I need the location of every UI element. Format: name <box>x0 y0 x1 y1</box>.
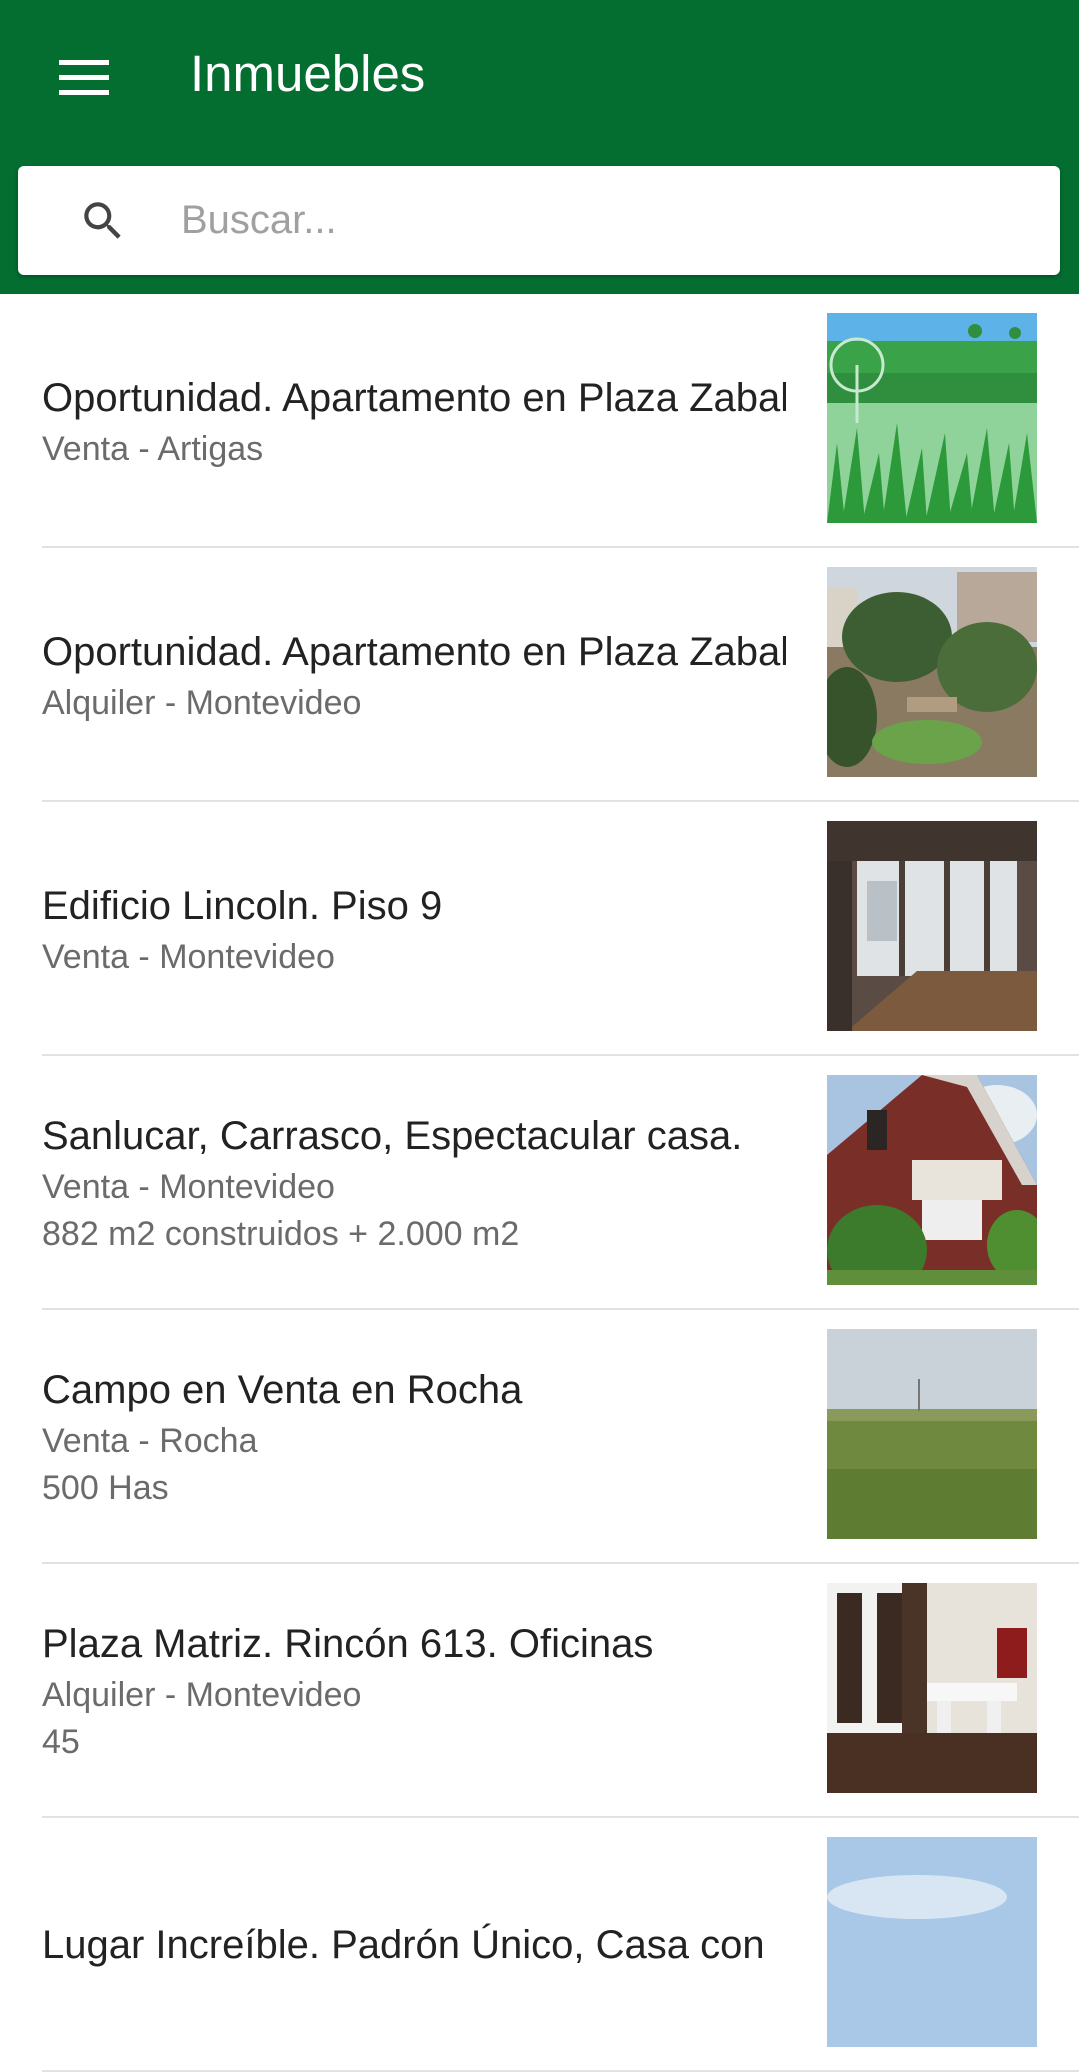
list-item[interactable]: Campo en Venta en Rocha Venta - Rocha 50… <box>0 1310 1079 1564</box>
listing-title: Lugar Increíble. Padrón Único, Casa con <box>42 1923 765 1967</box>
list-item-text: Edificio Lincoln. Piso 9 Venta - Montevi… <box>42 802 786 1056</box>
list-item[interactable]: Plaza Matriz. Rincón 613. Oficinas Alqui… <box>0 1564 1079 1818</box>
listing-title: Edificio Lincoln. Piso 9 <box>42 883 443 928</box>
listing-title: Sanlucar, Carrasco, Espectacular casa. <box>42 1114 743 1158</box>
listing-operation-location: Alquiler - Montevideo <box>42 683 362 722</box>
list-item[interactable]: Oportunidad. Apartamento en Plaza Zabala… <box>0 548 1079 802</box>
windmill-field-image <box>827 313 1037 523</box>
listing-operation-location: Venta - Montevideo <box>42 937 335 976</box>
list-item[interactable]: Oportunidad. Apartamento en Plaza Zabala… <box>0 294 1079 548</box>
listing-thumbnail <box>827 567 1037 777</box>
listing-thumbnail <box>827 1583 1037 1793</box>
sky-image <box>827 1837 1037 2047</box>
listing-thumbnail <box>827 1075 1037 1285</box>
search-icon <box>84 202 121 239</box>
listing-thumbnail <box>827 313 1037 523</box>
hamburger-menu-icon <box>59 60 109 95</box>
listing-title: Plaza Matriz. Rincón 613. Oficinas <box>42 1622 654 1666</box>
listing-operation-location: Alquiler - Montevideo <box>42 1676 362 1714</box>
list-item-text: Sanlucar, Carrasco, Espectacular casa. V… <box>42 1056 786 1310</box>
listing-title: Oportunidad. Apartamento en Plaza Zabala <box>42 375 786 420</box>
listing-detail: 500 Has <box>42 1469 169 1507</box>
listing-detail: 45 <box>42 1723 80 1761</box>
list-item-text: Oportunidad. Apartamento en Plaza Zabala… <box>42 294 786 548</box>
listing-operation-location: Venta - Artigas <box>42 429 264 468</box>
property-list: Oportunidad. Apartamento en Plaza Zabala… <box>0 294 1079 2072</box>
apartment-interior-image <box>827 821 1037 1031</box>
list-item-text: Oportunidad. Apartamento en Plaza Zabala… <box>42 548 786 802</box>
listing-title: Oportunidad. Apartamento en Plaza Zabala <box>42 629 786 674</box>
list-item[interactable]: Lugar Increíble. Padrón Único, Casa con <box>0 1818 1079 2072</box>
listing-title: Campo en Venta en Rocha <box>42 1368 523 1412</box>
listing-detail: 882 m2 construidos + 2.000 m2 <box>42 1215 520 1253</box>
list-item-text: Lugar Increíble. Padrón Único, Casa con <box>42 1818 786 2072</box>
listing-thumbnail <box>827 1837 1037 2047</box>
open-field-image <box>827 1329 1037 1539</box>
page-title: Inmuebles <box>190 45 426 102</box>
list-item-text: Plaza Matriz. Rincón 613. Oficinas Alqui… <box>42 1564 786 1818</box>
plaza-park-image <box>827 567 1037 777</box>
listing-operation-location: Venta - Montevideo <box>42 1168 335 1206</box>
menu-button[interactable] <box>40 34 128 122</box>
search-bar[interactable] <box>18 166 1060 275</box>
list-item-text: Campo en Venta en Rocha Venta - Rocha 50… <box>42 1310 786 1564</box>
listing-thumbnail <box>827 1329 1037 1539</box>
listing-thumbnail <box>827 821 1037 1031</box>
app-bar: Inmuebles <box>0 0 1079 294</box>
brick-house-image <box>827 1075 1037 1285</box>
search-input[interactable] <box>163 180 1041 260</box>
office-interior-image <box>827 1583 1037 1793</box>
listing-operation-location: Venta - Rocha <box>42 1422 258 1460</box>
list-item[interactable]: Edificio Lincoln. Piso 9 Venta - Montevi… <box>0 802 1079 1056</box>
list-item[interactable]: Sanlucar, Carrasco, Espectacular casa. V… <box>0 1056 1079 1310</box>
